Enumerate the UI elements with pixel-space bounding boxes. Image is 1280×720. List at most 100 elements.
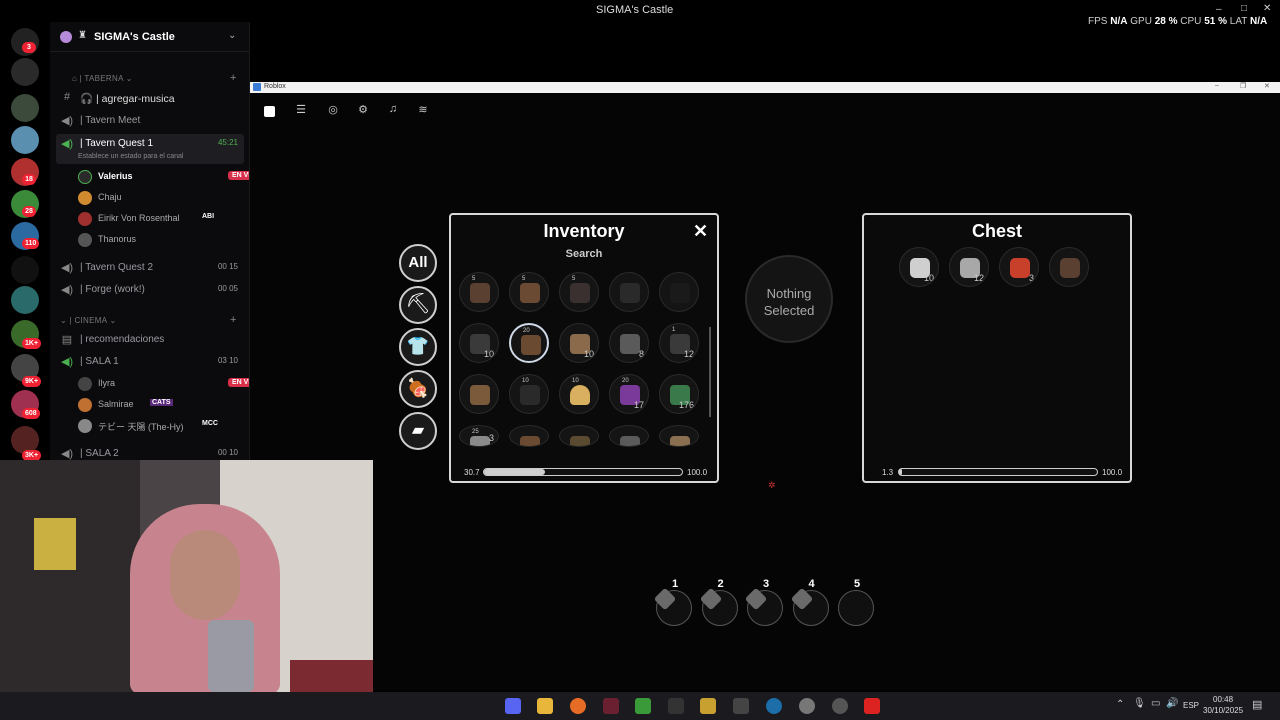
server-icon[interactable] <box>11 58 39 86</box>
microphone-icon[interactable]: 🎙 <box>1133 698 1146 709</box>
channel-sala-1[interactable]: ◀) | SALA 1 03 10 <box>56 352 244 372</box>
app-icon[interactable] <box>603 698 619 714</box>
minimize-icon[interactable]: – <box>1216 4 1222 15</box>
graphics-icon[interactable]: ≋ <box>416 103 430 117</box>
restore-icon[interactable]: ❐ <box>1240 82 1246 90</box>
channel-tavern-quest-2[interactable]: ◀) | Tavern Quest 2 00 15 <box>56 258 244 278</box>
server-header[interactable]: ♜ SIGMA's Castle ⌄ <box>50 22 249 52</box>
inventory-slot[interactable] <box>509 425 549 447</box>
server-icon[interactable] <box>11 94 39 122</box>
gear-icon[interactable]: ⚙ <box>356 103 370 117</box>
network-icon[interactable]: ▭ <box>1151 698 1160 709</box>
channel-tavern-meet[interactable]: ◀) | Tavern Meet <box>56 111 244 131</box>
steam-icon[interactable] <box>766 698 782 714</box>
inventory-slot[interactable]: 8 <box>609 323 649 363</box>
hotbar-slot[interactable]: 4 <box>790 578 829 626</box>
search-label[interactable]: Search <box>451 248 717 260</box>
close-button[interactable]: ✕ <box>693 221 708 242</box>
channel-panel: ♜ SIGMA's Castle ⌄ ⌂ | TABERNA ⌄ + # 🎧 |… <box>50 22 250 460</box>
pickaxe-icon: ⛏ <box>405 293 431 315</box>
hotbar-slot[interactable]: 5 <box>838 578 874 626</box>
inventory-slot[interactable]: 1 12 <box>659 323 699 363</box>
inventory-slot[interactable]: 25 3 <box>459 425 499 447</box>
chest-slot[interactable]: 10 <box>899 247 939 287</box>
inventory-slot[interactable] <box>609 425 649 447</box>
inventory-slot[interactable]: 20 17 <box>609 374 649 414</box>
chest-slot[interactable]: 3 <box>999 247 1039 287</box>
tray-chevron-icon[interactable]: ⌃ <box>1116 699 1124 710</box>
hotbar-slot[interactable]: 1 <box>653 578 692 626</box>
chest-title: Chest <box>971 221 1022 241</box>
discord-app-icon[interactable] <box>505 698 521 714</box>
hotbar-slot[interactable]: 3 <box>744 578 783 626</box>
app-icon[interactable] <box>832 698 848 714</box>
inventory-slot[interactable] <box>659 272 699 312</box>
inventory-slot[interactable]: 176 <box>659 374 699 414</box>
app-icon[interactable] <box>668 698 684 714</box>
category-materials-button[interactable]: ▰ <box>399 412 437 450</box>
emote-icon[interactable]: ◎ <box>326 103 340 117</box>
music-icon[interactable]: ♫ <box>386 103 400 117</box>
inventory-slot[interactable] <box>559 425 599 447</box>
inventory-slot[interactable]: 5 <box>509 272 549 312</box>
server-icon[interactable] <box>11 126 39 154</box>
file-explorer-icon[interactable] <box>537 698 553 714</box>
category-food-button[interactable]: 🍖 <box>399 370 437 408</box>
channel-agregar-musica[interactable]: # 🎧 | agregar-musica <box>56 88 244 108</box>
channel-tavern-quest-1[interactable]: ◀) | Tavern Quest 1 45:21 Establece un e… <box>56 134 244 164</box>
roblox-app-icon[interactable] <box>864 698 880 714</box>
category-taberna[interactable]: ⌂ | TABERNA ⌄ <box>72 74 133 83</box>
server-icon[interactable] <box>11 286 39 314</box>
rail-badge: 1K+ <box>22 338 42 349</box>
notification-icon[interactable]: ▤ <box>1252 698 1262 711</box>
inventory-slot[interactable]: 5 <box>459 272 499 312</box>
chest-weight-value: 1.3 <box>882 468 894 477</box>
firefox-icon[interactable] <box>570 698 586 714</box>
channel-forge[interactable]: ◀) | Forge (work!) 00 05 <box>56 280 244 300</box>
inventory-slot[interactable] <box>609 272 649 312</box>
item-icon <box>620 283 640 303</box>
window-title: SIGMA's Castle <box>596 4 674 16</box>
item-quantity: 12 <box>973 273 984 283</box>
channel-sala-2[interactable]: ◀) | SALA 2 00 10 <box>56 444 244 460</box>
clock-date[interactable]: 30/10/2025 <box>1203 706 1243 715</box>
category-cinema[interactable]: ⌄ | CINEMA ⌄ <box>60 316 116 325</box>
app-icon[interactable] <box>733 698 749 714</box>
inventory-slot[interactable] <box>659 425 699 447</box>
language-indicator[interactable]: ESP <box>1183 701 1199 710</box>
channel-recomendaciones[interactable]: ▤ | recomendaciones <box>56 330 244 350</box>
inventory-slot[interactable]: 10 <box>559 374 599 414</box>
gear-icon[interactable] <box>799 698 815 714</box>
chest-slot[interactable]: 12 <box>949 247 989 287</box>
minimize-icon[interactable]: – <box>1215 82 1219 89</box>
chest-slot[interactable] <box>1049 247 1089 287</box>
rail-badge: 110 <box>22 238 40 249</box>
inventory-scrollbar[interactable] <box>709 327 711 417</box>
channel-status[interactable]: Establece un estado para el canal <box>78 153 183 160</box>
minecraft-icon[interactable] <box>635 698 651 714</box>
inventory-slot[interactable]: 10 <box>559 323 599 363</box>
clock-time[interactable]: 00:48 <box>1213 695 1233 704</box>
game-viewport[interactable]: ☰ ◎ ⚙ ♫ ≋ All ⛏ 👕 🍖 ▰ Inventory Search ✕… <box>250 93 1280 690</box>
inventory-slot[interactable]: 10 <box>459 323 499 363</box>
maximize-icon[interactable]: □ <box>1241 3 1247 14</box>
add-channel-icon[interactable]: + <box>230 72 236 84</box>
inventory-slot[interactable]: 10 <box>509 374 549 414</box>
category-all-button[interactable]: All <box>399 244 437 282</box>
category-tools-button[interactable]: ⛏ <box>399 286 437 324</box>
inventory-slot[interactable]: 20 <box>509 323 549 363</box>
category-clothing-button[interactable]: 👕 <box>399 328 437 366</box>
inventory-slot[interactable] <box>459 374 499 414</box>
item-icon <box>670 283 690 303</box>
volume-icon[interactable]: 🔊 <box>1166 698 1178 709</box>
roblox-menu-icon[interactable] <box>264 106 275 117</box>
close-icon[interactable]: ✕ <box>1263 3 1271 14</box>
app-icon[interactable] <box>700 698 716 714</box>
hotbar-slot[interactable]: 2 <box>699 578 738 626</box>
close-icon[interactable]: ✕ <box>1264 82 1270 90</box>
hamburger-icon[interactable]: ☰ <box>294 103 308 117</box>
server-icon[interactable] <box>11 256 39 284</box>
chevron-down-icon[interactable]: ⌄ <box>228 30 236 41</box>
inventory-slot[interactable]: 5 <box>559 272 599 312</box>
add-channel-icon[interactable]: + <box>230 314 236 326</box>
